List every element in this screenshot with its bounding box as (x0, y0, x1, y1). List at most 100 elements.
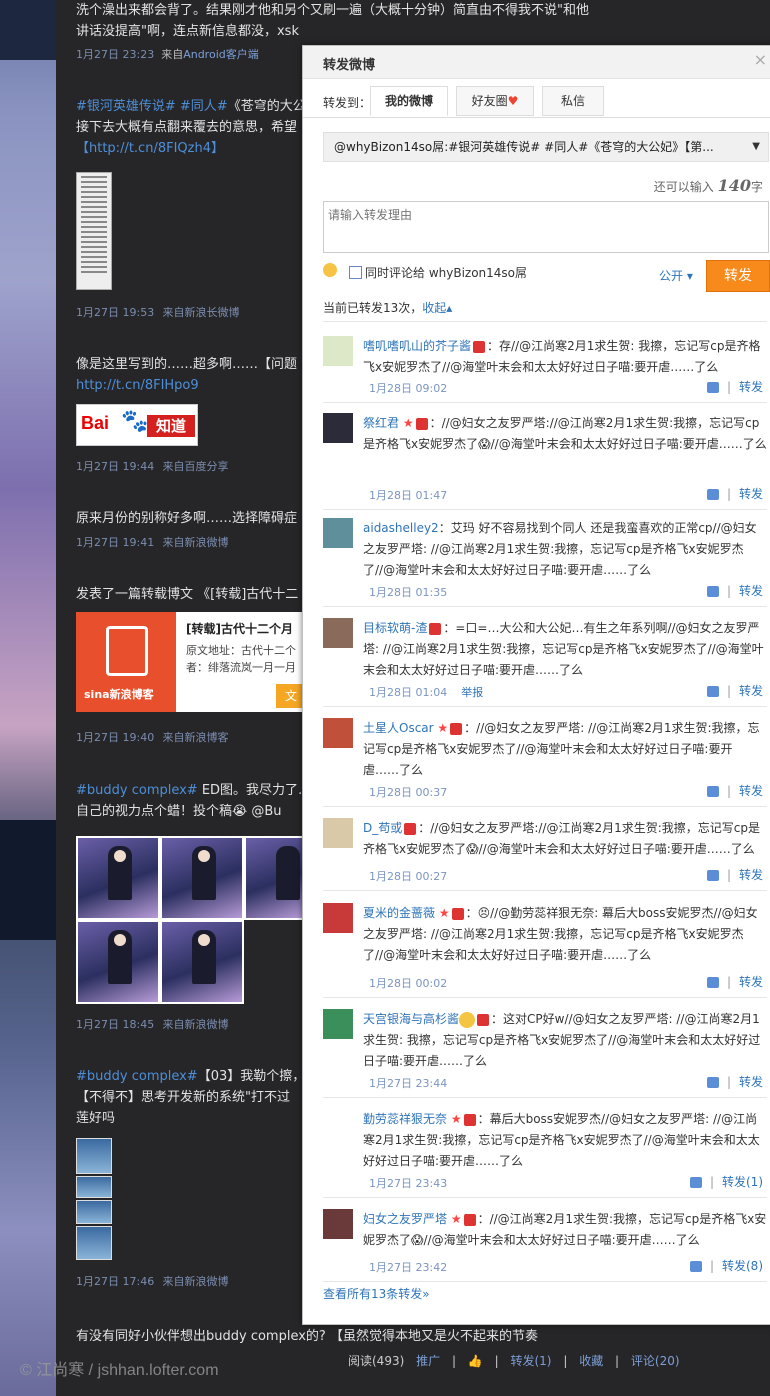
image-thumbnail[interactable] (76, 1176, 112, 1198)
avatar[interactable] (323, 336, 353, 366)
avatar[interactable] (323, 1009, 353, 1039)
anime-image-thumbnail[interactable] (76, 920, 160, 1004)
like-icon[interactable] (706, 489, 719, 500)
avatar[interactable] (323, 518, 353, 548)
like-icon[interactable]: 👍 (468, 1354, 483, 1368)
repost-forward-link[interactable]: 转发 (739, 1075, 763, 1089)
post-source-link[interactable]: Android客户端 (183, 48, 259, 61)
post-source-link[interactable]: 新浪微博 (184, 1275, 228, 1288)
also-comment-checkbox[interactable] (349, 266, 362, 279)
repost-username[interactable]: 祭红君 (363, 416, 399, 430)
anime-image-thumbnail[interactable] (160, 920, 244, 1004)
repost-time[interactable]: 1月28日 00:02 (369, 977, 447, 990)
collapse-link[interactable]: 收起▴ (422, 301, 452, 315)
post-time[interactable]: 1月27日 23:23 (76, 48, 154, 61)
tab-friend-circle[interactable]: 好友圈♥ (456, 86, 534, 116)
repost-forward-link[interactable]: 转发 (739, 487, 763, 501)
avatar[interactable] (323, 1109, 353, 1139)
image-thumbnail[interactable] (76, 1226, 112, 1260)
repost-username[interactable]: 妇女之友罗严塔 (363, 1212, 447, 1226)
post-source-link[interactable]: 新浪微博 (184, 536, 228, 549)
send-repost-button[interactable]: 转发 (706, 260, 770, 292)
collect-link[interactable]: 收藏 (579, 1354, 603, 1368)
promote-link[interactable]: 推广 (416, 1354, 440, 1368)
like-icon[interactable] (706, 686, 719, 697)
report-link[interactable]: 举报 (461, 686, 483, 699)
post-time[interactable]: 1月27日 17:46 (76, 1275, 154, 1288)
repost-time[interactable]: 1月27日 23:44 (369, 1077, 447, 1090)
topic-tag[interactable]: #银河英雄传说# #同人# (76, 99, 228, 114)
anime-image-thumbnail[interactable] (160, 836, 244, 920)
repost-forward-link[interactable]: 转发 (739, 868, 763, 882)
close-icon[interactable]: × (754, 50, 767, 69)
post-source-link[interactable]: 新浪长微博 (184, 306, 239, 319)
like-icon[interactable] (706, 786, 719, 797)
repost-time[interactable]: 1月28日 01:04 (369, 686, 447, 699)
repost-forward-link[interactable]: 转发(8) (722, 1259, 763, 1273)
repost-username[interactable]: 天宫银海与高杉酱 (363, 1012, 459, 1026)
emoji-icon[interactable] (323, 263, 337, 277)
avatar[interactable] (323, 718, 353, 748)
forward-link[interactable]: 转发(1) (510, 1354, 551, 1368)
repost-time[interactable]: 1月28日 01:47 (369, 489, 447, 502)
repost-username[interactable]: 目标软萌-渣 (363, 621, 427, 635)
anime-image-thumbnail[interactable] (244, 836, 306, 920)
visibility-select[interactable]: 公开 ▾ (659, 267, 693, 284)
like-icon[interactable] (706, 1077, 719, 1088)
repost-forward-link[interactable]: 转发 (739, 684, 763, 698)
post-source-link[interactable]: 新浪微博 (184, 1018, 228, 1031)
divider (323, 1197, 767, 1198)
baidu-zhidao-card[interactable]: Bai 🐾 知道 (76, 404, 198, 446)
original-post-select[interactable]: @whyBizon14so屌:#银河英雄传说# #同人#《苍穹的大公妃》【第..… (323, 132, 769, 162)
like-icon[interactable] (689, 1177, 702, 1188)
topic-tag[interactable]: #buddy complex# (76, 783, 198, 798)
anime-image-thumbnail[interactable] (76, 836, 160, 920)
star-icon: ★ (433, 721, 449, 735)
avatar[interactable] (323, 818, 353, 848)
repost-username[interactable]: 嗜叽嗜叽山的芥子酱 (363, 339, 471, 353)
repost-username[interactable]: 土星人Oscar (363, 721, 434, 735)
like-icon[interactable] (689, 1261, 702, 1272)
like-icon[interactable] (706, 977, 719, 988)
repost-forward-link[interactable]: 转发 (739, 380, 763, 394)
repost-time[interactable]: 1月28日 01:35 (369, 586, 447, 599)
repost-username[interactable]: 夏米的金蔷薇 (363, 906, 435, 920)
like-icon[interactable] (706, 870, 719, 881)
repost-forward-link[interactable]: 转发 (739, 784, 763, 798)
post-time[interactable]: 1月27日 19:44 (76, 460, 154, 473)
reason-input[interactable] (324, 202, 768, 252)
avatar[interactable] (323, 1209, 353, 1239)
image-thumbnail[interactable] (76, 1138, 112, 1174)
remaining-count: 140 (717, 176, 751, 195)
like-icon[interactable] (706, 586, 719, 597)
document-thumbnail[interactable] (76, 172, 112, 290)
avatar[interactable] (323, 618, 353, 648)
avatar[interactable] (323, 413, 353, 443)
tab-private-message[interactable]: 私信 (542, 86, 604, 116)
repost-forward-link[interactable]: 转发(1) (722, 1175, 763, 1189)
image-thumbnail[interactable] (76, 1200, 112, 1224)
post-source-link[interactable]: 百度分享 (184, 460, 228, 473)
repost-username[interactable]: 勤劳蕊祥狠无奈 (363, 1112, 447, 1126)
repost-time[interactable]: 1月28日 00:37 (369, 786, 447, 799)
view-all-reposts-link[interactable]: 查看所有13条转发» (323, 1285, 430, 1302)
post-time[interactable]: 1月27日 19:41 (76, 536, 154, 549)
tab-my-weibo[interactable]: 我的微博 (370, 86, 448, 116)
like-icon[interactable] (706, 382, 719, 393)
post-time[interactable]: 1月27日 18:45 (76, 1018, 154, 1031)
repost-forward-link[interactable]: 转发 (739, 975, 763, 989)
avatar[interactable] (323, 903, 353, 933)
sina-blog-card[interactable]: sina新浪博客 [转载]古代十二个月 原文地址：古代十二个者：绯落流岚一月一月… (76, 612, 316, 712)
post-source-link[interactable]: 新浪博客 (184, 731, 228, 744)
repost-username[interactable]: D_苟或 (363, 821, 402, 835)
repost-time[interactable]: 1月27日 23:42 (369, 1261, 447, 1274)
post-time[interactable]: 1月27日 19:53 (76, 306, 154, 319)
comment-link[interactable]: 评论(20) (631, 1354, 680, 1368)
repost-username[interactable]: aidashelley2 (363, 521, 439, 535)
topic-tag[interactable]: #buddy complex# (76, 1069, 198, 1084)
repost-time[interactable]: 1月28日 09:02 (369, 382, 447, 395)
repost-time[interactable]: 1月27日 23:43 (369, 1177, 447, 1190)
post-time[interactable]: 1月27日 19:40 (76, 731, 154, 744)
repost-forward-link[interactable]: 转发 (739, 584, 763, 598)
repost-time[interactable]: 1月28日 00:27 (369, 870, 447, 883)
